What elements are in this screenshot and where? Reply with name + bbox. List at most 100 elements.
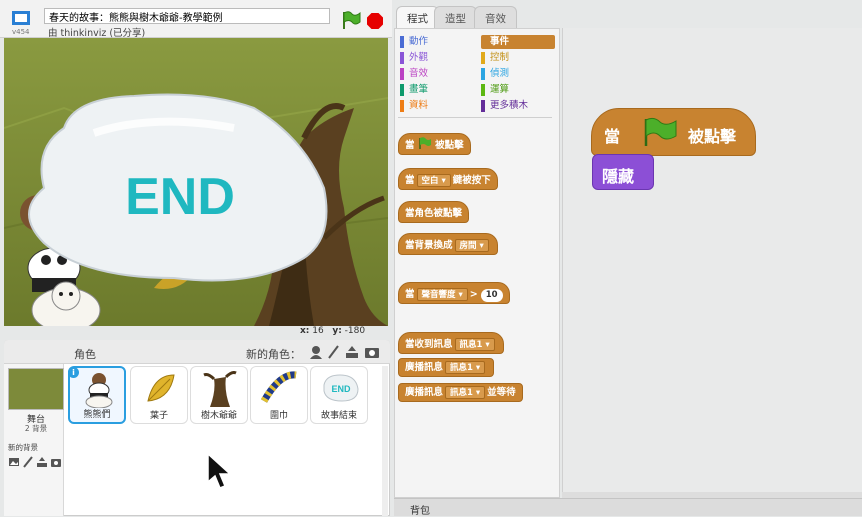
- sensor-value-input[interactable]: 10: [480, 289, 503, 302]
- dropdown-value: 房間: [459, 241, 477, 251]
- sprite-tile-story-end[interactable]: END 故事結束: [310, 366, 368, 424]
- sprite-tile-leaf[interactable]: 葉子: [130, 366, 188, 424]
- block-text: 廣播訊息: [405, 387, 444, 398]
- tab-sounds[interactable]: 音效: [474, 6, 517, 28]
- category-sensing[interactable]: 偵測: [481, 67, 555, 81]
- dropdown-value: 訊息1: [450, 388, 473, 398]
- upload-backdrop-icon[interactable]: [36, 456, 48, 468]
- category-events[interactable]: 事件: [481, 35, 555, 49]
- category-looks[interactable]: 外觀: [400, 51, 474, 65]
- block-text: 當: [604, 127, 621, 146]
- category-label: 外觀: [409, 52, 429, 63]
- sprite-name: 圍巾: [269, 411, 288, 421]
- backpack-bar[interactable]: [394, 498, 862, 516]
- sprite-library-icon[interactable]: [308, 344, 324, 360]
- backdrop-count: 2 背景: [24, 424, 48, 433]
- category-label: 動作: [409, 36, 429, 47]
- block-when-backdrop-switches[interactable]: 當背景換成 房間 ▾: [398, 233, 498, 255]
- block-text: 被點擊: [435, 140, 464, 151]
- dropdown-value: 空白: [421, 176, 439, 186]
- backdrop-library-icon[interactable]: [8, 456, 20, 468]
- category-label: 資料: [409, 100, 429, 111]
- tab-costumes[interactable]: 造型: [434, 6, 477, 28]
- backdrop-dropdown[interactable]: 房間 ▾: [454, 239, 489, 252]
- block-text: 當: [405, 289, 415, 300]
- sprites-label: 角色: [74, 348, 96, 361]
- block-broadcast-and-wait[interactable]: 廣播訊息 訊息1 ▾ 並等待: [398, 383, 523, 402]
- script-when-flag-clicked[interactable]: 當 被點擊: [591, 108, 756, 156]
- camera-backdrop-icon[interactable]: [50, 456, 62, 468]
- category-data[interactable]: 資料: [400, 99, 474, 113]
- block-when-sensor-greater[interactable]: 當聲音響度 ▾ >10: [398, 282, 510, 304]
- stage-thumbnail[interactable]: [8, 368, 64, 410]
- key-dropdown[interactable]: 空白 ▾: [416, 174, 451, 187]
- category-label: 事件: [490, 36, 510, 47]
- block-text: 當收到訊息: [405, 339, 453, 350]
- block-when-flag-clicked[interactable]: 當 被點擊: [398, 133, 471, 155]
- stage-canvas[interactable]: END: [4, 38, 388, 326]
- category-label: 畫筆: [409, 84, 429, 95]
- stop-icon[interactable]: [366, 12, 384, 30]
- paint-brush-icon[interactable]: [326, 344, 342, 360]
- block-text: 當: [405, 175, 415, 186]
- camera-icon[interactable]: [364, 344, 380, 360]
- category-label: 偵測: [490, 68, 510, 79]
- category-operators[interactable]: 運算: [481, 83, 555, 97]
- block-when-receive[interactable]: 當收到訊息 訊息1 ▾: [398, 332, 504, 354]
- block-text: >: [469, 289, 478, 300]
- x-value: 16: [312, 326, 324, 336]
- backpack-label: 背包: [410, 506, 430, 517]
- mouse-coordinates: x: 16 y: -180: [300, 326, 365, 336]
- upload-icon[interactable]: [344, 344, 360, 360]
- tab-scripts[interactable]: 程式: [396, 6, 439, 29]
- block-text: 當背景換成: [405, 240, 453, 251]
- new-backdrop-label: 新的背景: [8, 443, 38, 452]
- paint-backdrop-icon[interactable]: [22, 456, 34, 468]
- green-flag-icon[interactable]: [340, 10, 362, 30]
- y-value: -180: [344, 326, 366, 336]
- y-label: y:: [332, 326, 342, 336]
- dropdown-value: 訊息1: [459, 340, 483, 350]
- category-label: 運算: [490, 84, 510, 95]
- green-flag-icon: [644, 117, 677, 146]
- dropdown-value: 聲音響度: [421, 290, 456, 300]
- dropdown-value: 訊息1: [450, 363, 473, 373]
- message-dropdown[interactable]: 訊息1 ▾: [445, 361, 486, 374]
- block-text: 被點擊: [688, 127, 737, 146]
- script-hide-block[interactable]: 隱藏: [592, 154, 654, 190]
- green-flag-icon: [419, 137, 431, 149]
- x-label: x:: [300, 326, 310, 336]
- category-label: 更多積木: [490, 100, 529, 111]
- info-icon[interactable]: i: [68, 367, 79, 378]
- fullscreen-icon[interactable]: [8, 8, 36, 30]
- version-label: v454: [12, 28, 30, 36]
- svg-text:END: END: [331, 384, 351, 394]
- category-label: 控制: [490, 52, 510, 63]
- block-text: 廣播訊息: [405, 362, 444, 373]
- mouse-cursor-icon: [206, 452, 232, 495]
- block-text: 當角色被點擊: [405, 208, 463, 219]
- author-label: 由 thinkinviz (已分享): [48, 28, 146, 39]
- block-text: 並等待: [487, 387, 516, 398]
- sprite-name: 葉子: [149, 411, 168, 421]
- category-pen[interactable]: 畫筆: [400, 83, 474, 97]
- block-when-sprite-clicked[interactable]: 當角色被點擊: [398, 201, 470, 223]
- category-control[interactable]: 控制: [481, 51, 555, 65]
- sprite-tile-tree[interactable]: 樹木爺爺: [190, 366, 248, 424]
- category-label: 音效: [409, 68, 429, 79]
- category-sound[interactable]: 音效: [400, 67, 474, 81]
- sprite-scrollbar[interactable]: [382, 366, 388, 516]
- category-motion[interactable]: 動作: [400, 35, 474, 49]
- block-when-key-pressed[interactable]: 當空白 ▾ 鍵被按下: [398, 168, 498, 190]
- block-text: 當: [405, 140, 415, 151]
- sprite-tile-scarf[interactable]: 圍巾: [250, 366, 308, 424]
- script-area[interactable]: [562, 28, 862, 498]
- category-more-blocks[interactable]: 更多積木: [481, 99, 555, 113]
- sensor-dropdown[interactable]: 聲音響度 ▾: [416, 288, 468, 301]
- message-dropdown[interactable]: 訊息1 ▾: [445, 386, 486, 399]
- message-dropdown[interactable]: 訊息1 ▾: [454, 338, 495, 351]
- category-divider: [398, 117, 552, 118]
- sprite-name: 故事結束: [320, 411, 357, 421]
- block-broadcast[interactable]: 廣播訊息 訊息1 ▾: [398, 358, 495, 377]
- project-title-input[interactable]: [44, 8, 330, 24]
